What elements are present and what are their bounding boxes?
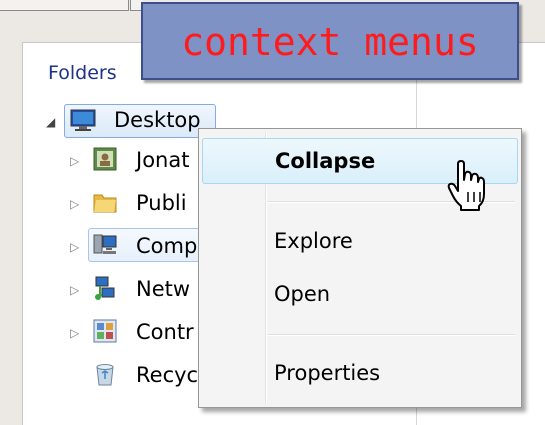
collapsed-arrow-icon[interactable]: ▷	[70, 283, 79, 297]
tree-item-computer[interactable]: Comp	[136, 234, 197, 258]
folders-header[interactable]: Folders	[48, 62, 117, 84]
collapsed-arrow-icon[interactable]: ▷	[70, 326, 79, 340]
control-panel-icon	[93, 319, 117, 343]
computer-icon	[93, 234, 117, 254]
tree-item-recycle-bin[interactable]: Recyc	[136, 363, 198, 387]
tree-item-desktop[interactable]: Desktop	[114, 108, 201, 132]
tree-item-control-panel[interactable]: Contr	[136, 320, 194, 344]
recycle-bin-icon	[96, 364, 114, 386]
network-icon	[95, 276, 115, 300]
user-folder-icon	[93, 147, 117, 171]
collapsed-arrow-icon[interactable]: ▷	[70, 240, 79, 254]
banner-title: context menus	[181, 20, 479, 64]
menu-item-label: Collapse	[275, 149, 376, 173]
menu-item-properties[interactable]: Properties	[202, 351, 518, 397]
menu-item-explore[interactable]: Explore	[202, 219, 518, 265]
menu-item-label: Open	[274, 282, 331, 306]
collapsed-arrow-icon[interactable]: ▷	[70, 154, 79, 168]
context-menus-banner: context menus	[141, 2, 519, 80]
expanded-arrow-icon[interactable]: ◢	[46, 115, 55, 129]
hand-pointer-icon	[447, 160, 485, 211]
collapsed-arrow-icon[interactable]: ▷	[70, 197, 79, 211]
tree-item-network[interactable]: Netw	[136, 277, 190, 301]
menu-item-label: Explore	[274, 229, 353, 253]
menu-separator	[267, 334, 515, 336]
menu-item-open[interactable]: Open	[202, 272, 518, 318]
window-frame-edge	[0, 0, 129, 11]
folder-icon	[93, 194, 117, 213]
menu-item-label: Properties	[274, 361, 381, 385]
tree-item-jonat[interactable]: Jonat	[136, 148, 189, 172]
desktop-monitor-icon	[70, 109, 96, 131]
tree-item-public[interactable]: Publi	[136, 191, 187, 215]
